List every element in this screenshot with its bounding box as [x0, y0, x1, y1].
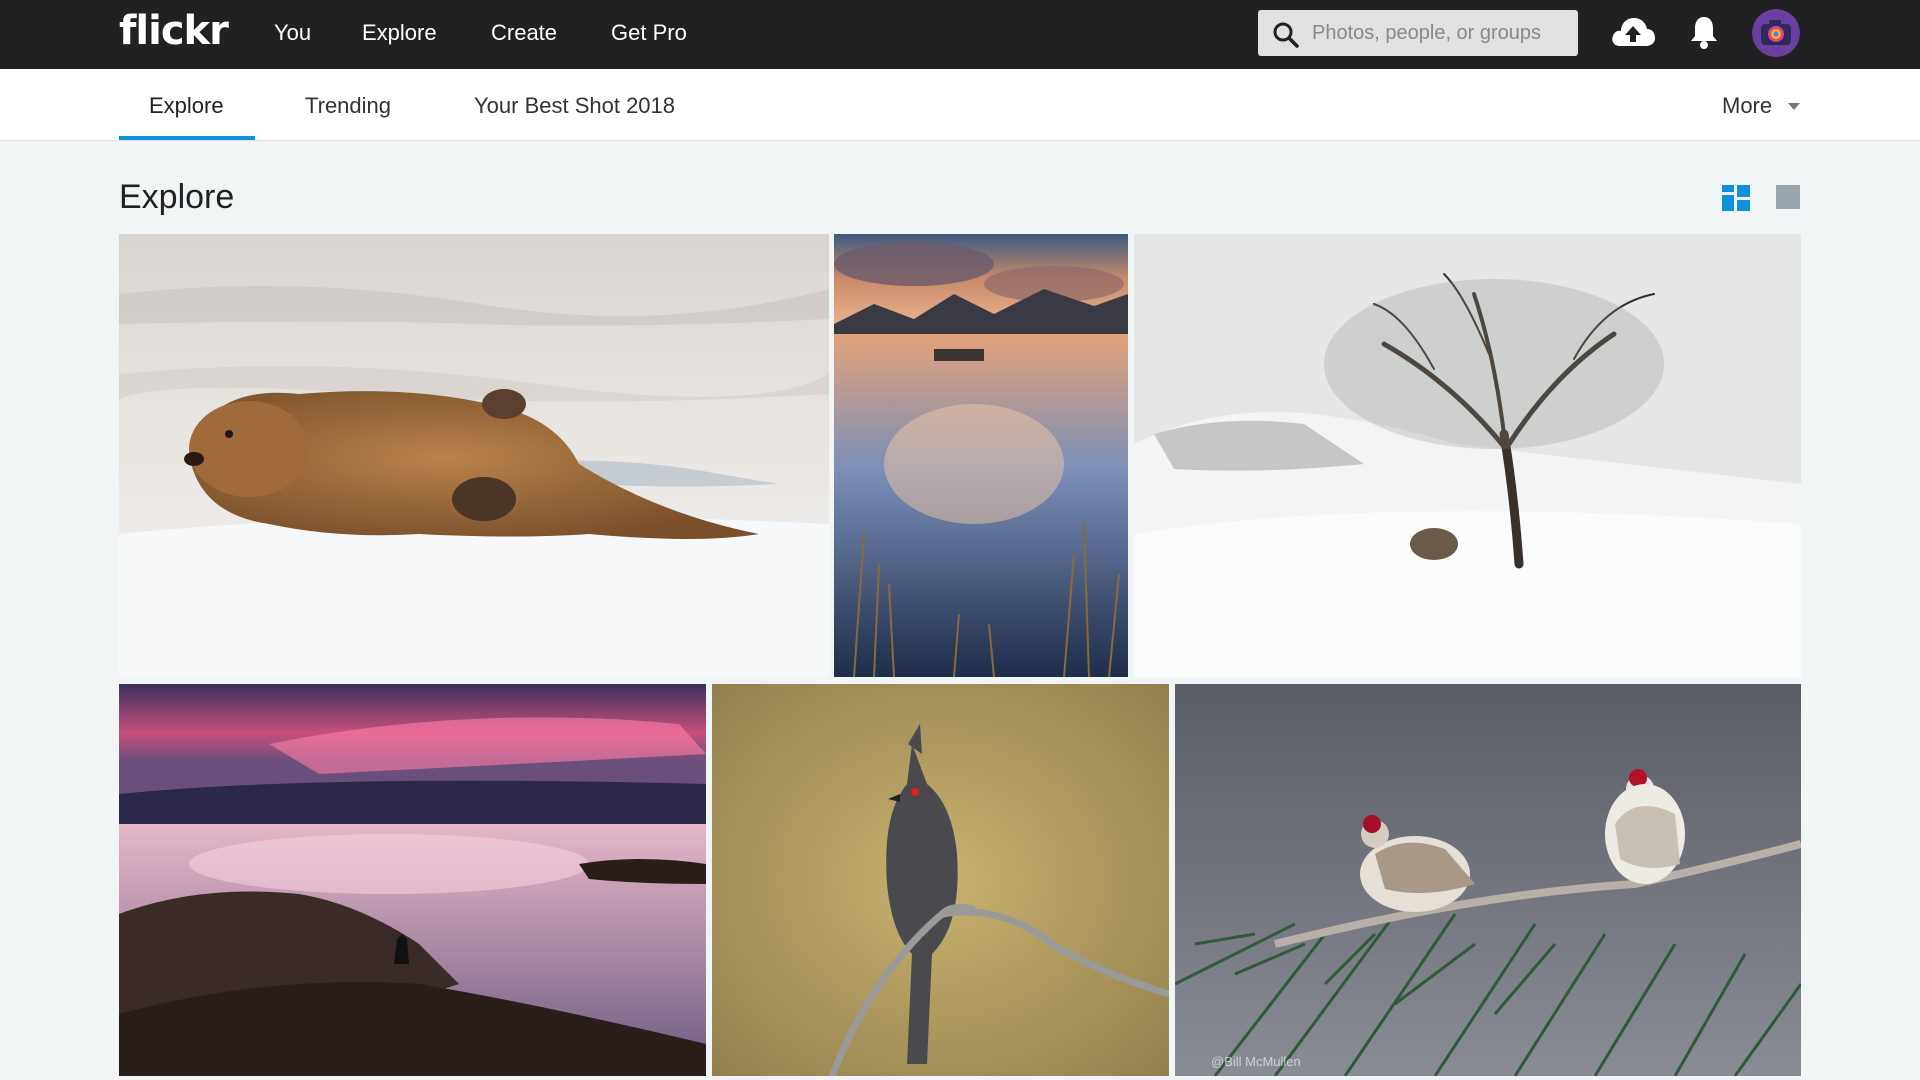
- page-title: Explore: [119, 178, 235, 216]
- notifications-bell-icon[interactable]: [1688, 14, 1720, 50]
- tab-your-best-shot-2018[interactable]: Your Best Shot 2018: [474, 93, 675, 119]
- photo-snowy-tree[interactable]: Richard Fox: [1134, 234, 1801, 677]
- photo-watermark: Richard Fox: [1164, 634, 1235, 649]
- upload-cloud-icon[interactable]: [1610, 14, 1656, 50]
- chevron-down-icon[interactable]: [1788, 103, 1800, 110]
- top-navigation-bar: flickr You Explore Create Get Pro: [0, 0, 1920, 69]
- nav-get-pro[interactable]: Get Pro: [611, 20, 687, 46]
- photo-lake-reflection-sunset[interactable]: [834, 234, 1128, 677]
- explore-subnav: Explore Trending Your Best Shot 2018 Mor…: [0, 69, 1920, 141]
- photo-redpolls-on-spruce[interactable]: @Bill McMullen: [1175, 684, 1801, 1076]
- active-tab-indicator: [119, 136, 255, 140]
- photo-otter-in-snow[interactable]: [119, 234, 829, 677]
- tab-explore[interactable]: Explore: [149, 93, 224, 119]
- nav-you[interactable]: You: [274, 20, 311, 46]
- single-view-icon[interactable]: [1776, 185, 1800, 209]
- tab-trending[interactable]: Trending: [305, 93, 391, 119]
- flickr-logo[interactable]: flickr: [119, 8, 229, 54]
- user-avatar[interactable]: [1752, 9, 1800, 57]
- photo-crested-bird-on-branch[interactable]: [712, 684, 1169, 1076]
- search-box: [1258, 10, 1578, 56]
- photo-watermark: @Bill McMullen: [1211, 1054, 1301, 1069]
- nav-create[interactable]: Create: [491, 20, 557, 46]
- nav-explore[interactable]: Explore: [362, 20, 437, 46]
- grid-view-icon[interactable]: [1722, 185, 1750, 211]
- search-icon[interactable]: [1272, 21, 1300, 49]
- search-input[interactable]: [1312, 10, 1572, 56]
- photo-seascape-sunset[interactable]: [119, 684, 706, 1076]
- more-menu-button[interactable]: More: [1722, 93, 1772, 119]
